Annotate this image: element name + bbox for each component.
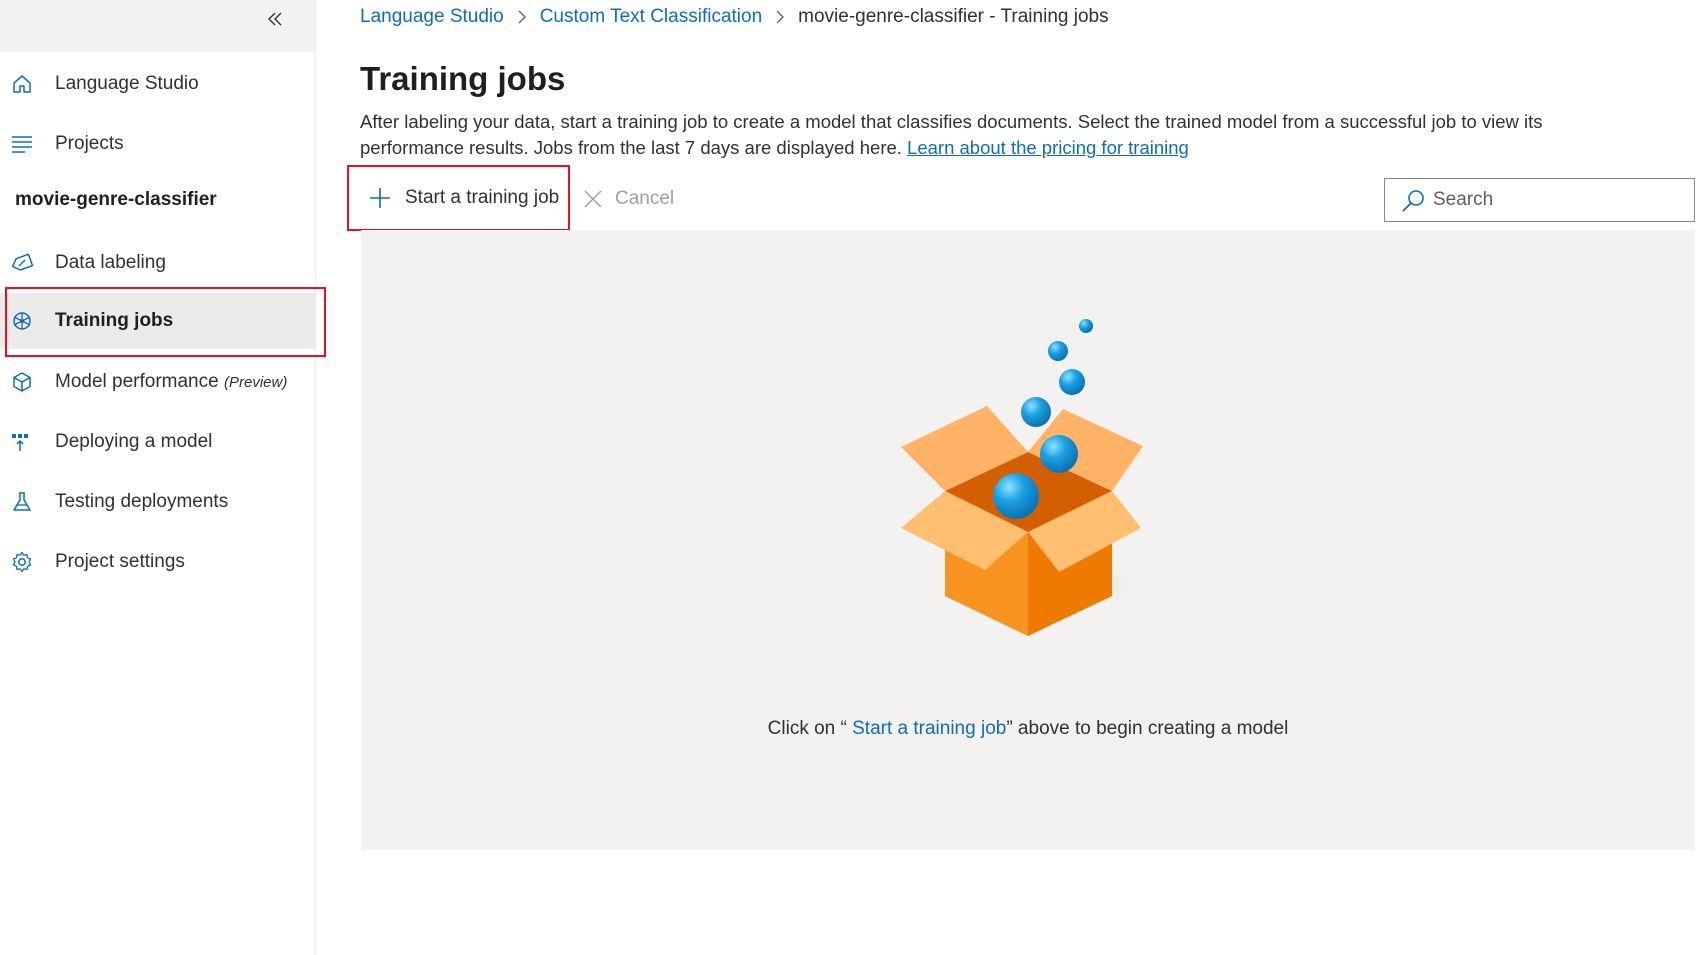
sidebar-item-deploying-model[interactable]: Deploying a model [0,414,316,470]
cancel-button[interactable]: Cancel [583,185,674,213]
brain-circuit-icon [10,309,34,333]
start-training-job-label: Start a training job [405,187,560,208]
list-icon [10,132,34,156]
sidebar-item-project-settings[interactable]: Project settings [0,534,316,590]
double-chevron-left-icon [268,12,282,26]
chevron-right-icon [775,10,785,24]
sidebar-item-language-studio[interactable]: Language Studio [0,56,316,112]
home-icon [10,72,34,96]
open-box-illustration [861,310,1201,655]
sidebar-item-label: Testing deployments [55,491,229,512]
breadcrumb-current: movie-genre-classifier - Training jobs [798,6,1109,27]
chevron-right-icon [517,10,527,24]
cancel-label: Cancel [615,188,675,209]
sidebar-item-label: Model performance (Preview) [55,371,288,392]
start-training-job-button[interactable]: Start a training job [350,170,566,226]
empty-state-message: Click on “ Start a training job” above t… [361,718,1695,740]
sidebar-item-label: Training jobs [55,310,174,331]
page-description: After labeling your data, start a traini… [360,109,1600,161]
sidebar-item-training-jobs[interactable]: Training jobs [0,293,316,349]
sidebar: Language Studio Projects movie-genre-cla… [0,0,316,955]
cube-icon [10,370,34,394]
sidebar-item-label: Data labeling [55,252,166,273]
breadcrumb: Language Studio Custom Text Classificati… [360,6,1109,28]
empty-state-panel: Click on “ Start a training job” above t… [361,230,1695,850]
sidebar-item-model-performance[interactable]: Model performance (Preview) [0,354,316,410]
breadcrumb-language-studio[interactable]: Language Studio [360,6,504,28]
tag-icon [10,251,34,275]
breadcrumb-custom-text-classification[interactable]: Custom Text Classification [540,6,762,28]
collapse-sidebar-button[interactable] [262,6,288,32]
search-input[interactable] [1433,187,1683,213]
page-title: Training jobs [360,60,566,97]
flask-icon [10,490,34,514]
search-box[interactable] [1384,178,1695,222]
sidebar-item-data-labeling[interactable]: Data labeling [0,235,316,291]
sidebar-item-label: Project settings [55,551,185,572]
pricing-link[interactable]: Learn about the pricing for training [907,137,1189,158]
empty-state-start-link[interactable]: Start a training job [852,718,1006,739]
preview-tag: (Preview) [223,374,288,391]
sidebar-item-projects[interactable]: Projects [0,116,316,172]
plus-icon [370,188,390,208]
empty-state-suffix: ” above to begin creating a model [1006,718,1289,739]
sidebar-item-label: Deploying a model [55,431,213,452]
sidebar-item-label: Projects [55,133,124,154]
project-name: movie-genre-classifier [15,189,217,210]
sidebar-header [0,0,315,52]
sidebar-item-label: Language Studio [55,73,199,94]
sidebar-item-testing-deployments[interactable]: Testing deployments [0,474,316,530]
search-icon [1402,190,1424,212]
close-icon [584,190,602,208]
gear-icon [10,550,34,574]
deploy-icon [10,430,34,454]
empty-state-prefix: Click on “ [767,718,853,739]
